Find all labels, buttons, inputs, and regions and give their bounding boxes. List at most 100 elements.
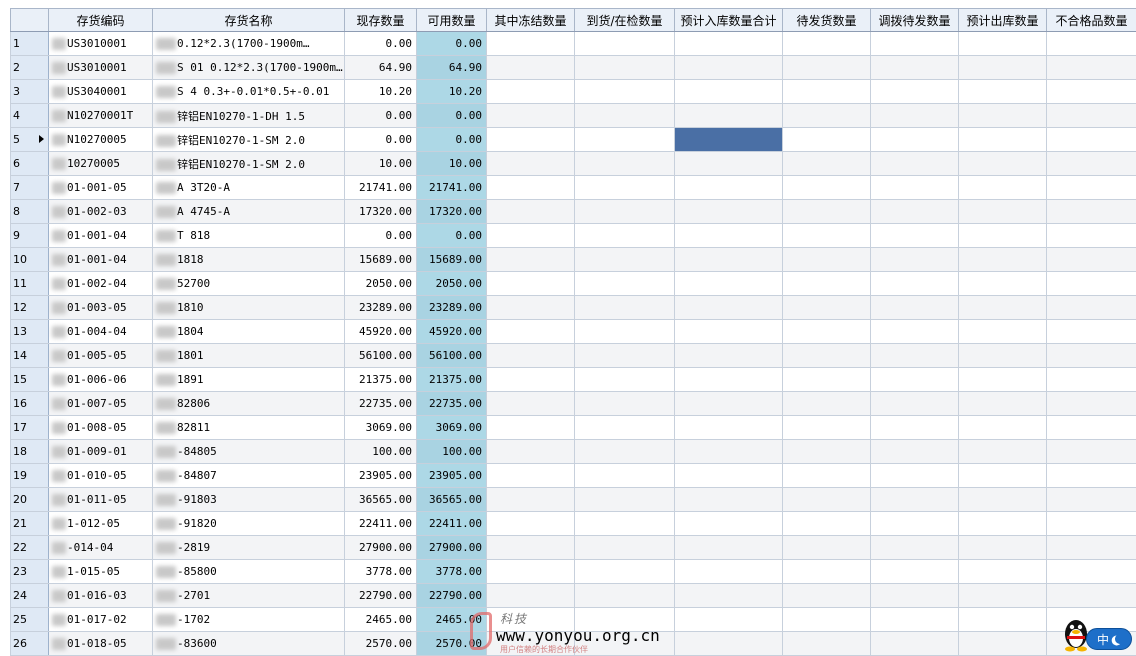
cell-expected-out[interactable] bbox=[958, 463, 1047, 488]
table-row[interactable]: 11 01-002-04 52700 2050.00 2050.00 bbox=[10, 271, 1136, 296]
cell-code[interactable]: 01-008-05 bbox=[48, 415, 153, 440]
cell-name[interactable]: 1891 bbox=[152, 367, 345, 392]
cell-frozen[interactable] bbox=[486, 151, 575, 176]
cell-code[interactable]: N10270005 bbox=[48, 127, 153, 152]
cell-pending-ship[interactable] bbox=[782, 511, 871, 536]
cell-expected-out[interactable] bbox=[958, 343, 1047, 368]
cell-transfer-pending[interactable] bbox=[870, 535, 959, 560]
cell-arrived[interactable] bbox=[574, 151, 675, 176]
cell-available[interactable]: 64.90 bbox=[416, 55, 487, 80]
table-row[interactable]: 9 01-001-04 T 818 0.00 0.00 bbox=[10, 223, 1136, 248]
cell-arrived[interactable] bbox=[574, 439, 675, 464]
cell-onhand[interactable]: 0.00 bbox=[344, 223, 417, 248]
cell-available[interactable]: 10.00 bbox=[416, 151, 487, 176]
cell-transfer-pending[interactable] bbox=[870, 151, 959, 176]
cell-name[interactable]: 锌铝EN10270-1-SM 2.0 bbox=[152, 127, 345, 152]
cell-onhand[interactable]: 15689.00 bbox=[344, 247, 417, 272]
cell-code[interactable]: 01-009-01 bbox=[48, 439, 153, 464]
cell-transfer-pending[interactable] bbox=[870, 391, 959, 416]
cell-defective[interactable] bbox=[1046, 415, 1136, 440]
cell-code[interactable]: 01-001-04 bbox=[48, 247, 153, 272]
cell-frozen[interactable] bbox=[486, 319, 575, 344]
cell-onhand[interactable]: 22790.00 bbox=[344, 583, 417, 608]
cell-pending-ship[interactable] bbox=[782, 343, 871, 368]
cell-frozen[interactable] bbox=[486, 199, 575, 224]
cell-arrived[interactable] bbox=[574, 175, 675, 200]
cell-pending-ship[interactable] bbox=[782, 79, 871, 104]
cell-expected-out[interactable] bbox=[958, 55, 1047, 80]
cell-available[interactable]: 45920.00 bbox=[416, 319, 487, 344]
col-header-rownum[interactable] bbox=[10, 8, 49, 32]
cell-transfer-pending[interactable] bbox=[870, 487, 959, 512]
cell-available[interactable]: 2050.00 bbox=[416, 271, 487, 296]
cell-arrived[interactable] bbox=[574, 103, 675, 128]
cell-onhand[interactable]: 56100.00 bbox=[344, 343, 417, 368]
cell-onhand[interactable]: 17320.00 bbox=[344, 199, 417, 224]
cell-code[interactable]: US3010001 bbox=[48, 55, 153, 80]
cell-code[interactable]: 01-002-04 bbox=[48, 271, 153, 296]
cell-expected-out[interactable] bbox=[958, 559, 1047, 584]
cell-name[interactable]: T 818 bbox=[152, 223, 345, 248]
cell-expected-in[interactable] bbox=[674, 103, 783, 128]
cell-code[interactable]: 01-006-06 bbox=[48, 367, 153, 392]
cell-expected-out[interactable] bbox=[958, 535, 1047, 560]
cell-available[interactable]: 23289.00 bbox=[416, 295, 487, 320]
cell-available[interactable]: 0.00 bbox=[416, 223, 487, 248]
cell-name[interactable]: S 4 0.3+-0.01*0.5+-0.01 bbox=[152, 79, 345, 104]
cell-code[interactable]: 01-007-05 bbox=[48, 391, 153, 416]
cell-arrived[interactable] bbox=[574, 319, 675, 344]
table-row[interactable]: 20 01-011-05 -91803 36565.00 36565.00 bbox=[10, 487, 1136, 512]
row-number[interactable]: 16 bbox=[10, 391, 49, 416]
cell-expected-out[interactable] bbox=[958, 223, 1047, 248]
cell-pending-ship[interactable] bbox=[782, 175, 871, 200]
cell-code[interactable]: 10270005 bbox=[48, 151, 153, 176]
cell-pending-ship[interactable] bbox=[782, 535, 871, 560]
col-header-expected-out[interactable]: 预计出库数量 bbox=[958, 8, 1047, 32]
cell-name[interactable]: S 01 0.12*2.3(1700-1900m… bbox=[152, 55, 345, 80]
cell-arrived[interactable] bbox=[574, 295, 675, 320]
row-number[interactable]: 18 bbox=[10, 439, 49, 464]
cell-expected-in[interactable] bbox=[674, 607, 783, 632]
cell-expected-out[interactable] bbox=[958, 295, 1047, 320]
cell-transfer-pending[interactable] bbox=[870, 247, 959, 272]
cell-expected-out[interactable] bbox=[958, 631, 1047, 656]
cell-defective[interactable] bbox=[1046, 511, 1136, 536]
cell-transfer-pending[interactable] bbox=[870, 583, 959, 608]
cell-onhand[interactable]: 2050.00 bbox=[344, 271, 417, 296]
cell-defective[interactable] bbox=[1046, 439, 1136, 464]
cell-arrived[interactable] bbox=[574, 127, 675, 152]
cell-transfer-pending[interactable] bbox=[870, 127, 959, 152]
cell-available[interactable]: 56100.00 bbox=[416, 343, 487, 368]
cell-available[interactable]: 0.00 bbox=[416, 31, 487, 56]
cell-defective[interactable] bbox=[1046, 487, 1136, 512]
cell-onhand[interactable]: 10.00 bbox=[344, 151, 417, 176]
cell-code[interactable]: 01-001-05 bbox=[48, 175, 153, 200]
cell-code[interactable]: US3040001 bbox=[48, 79, 153, 104]
cell-onhand[interactable]: 27900.00 bbox=[344, 535, 417, 560]
cell-frozen[interactable] bbox=[486, 463, 575, 488]
cell-onhand[interactable]: 23289.00 bbox=[344, 295, 417, 320]
cell-expected-out[interactable] bbox=[958, 271, 1047, 296]
cell-name[interactable]: 52700 bbox=[152, 271, 345, 296]
cell-transfer-pending[interactable] bbox=[870, 271, 959, 296]
cell-arrived[interactable] bbox=[574, 415, 675, 440]
cell-transfer-pending[interactable] bbox=[870, 31, 959, 56]
cell-code[interactable]: 01-001-04 bbox=[48, 223, 153, 248]
cell-available[interactable]: 22735.00 bbox=[416, 391, 487, 416]
cell-code[interactable]: 1-015-05 bbox=[48, 559, 153, 584]
cell-code[interactable]: 01-005-05 bbox=[48, 343, 153, 368]
cell-code[interactable]: 01-004-04 bbox=[48, 319, 153, 344]
col-header-frozen[interactable]: 其中冻结数量 bbox=[486, 8, 575, 32]
cell-expected-in[interactable] bbox=[674, 79, 783, 104]
cell-pending-ship[interactable] bbox=[782, 631, 871, 656]
cell-pending-ship[interactable] bbox=[782, 271, 871, 296]
row-number[interactable]: 3 bbox=[10, 79, 49, 104]
cell-name[interactable]: 1804 bbox=[152, 319, 345, 344]
row-number[interactable]: 14 bbox=[10, 343, 49, 368]
cell-available[interactable]: 0.00 bbox=[416, 103, 487, 128]
cell-onhand[interactable]: 64.90 bbox=[344, 55, 417, 80]
cell-defective[interactable] bbox=[1046, 127, 1136, 152]
cell-transfer-pending[interactable] bbox=[870, 175, 959, 200]
cell-expected-in[interactable] bbox=[674, 247, 783, 272]
cell-name[interactable]: 1810 bbox=[152, 295, 345, 320]
